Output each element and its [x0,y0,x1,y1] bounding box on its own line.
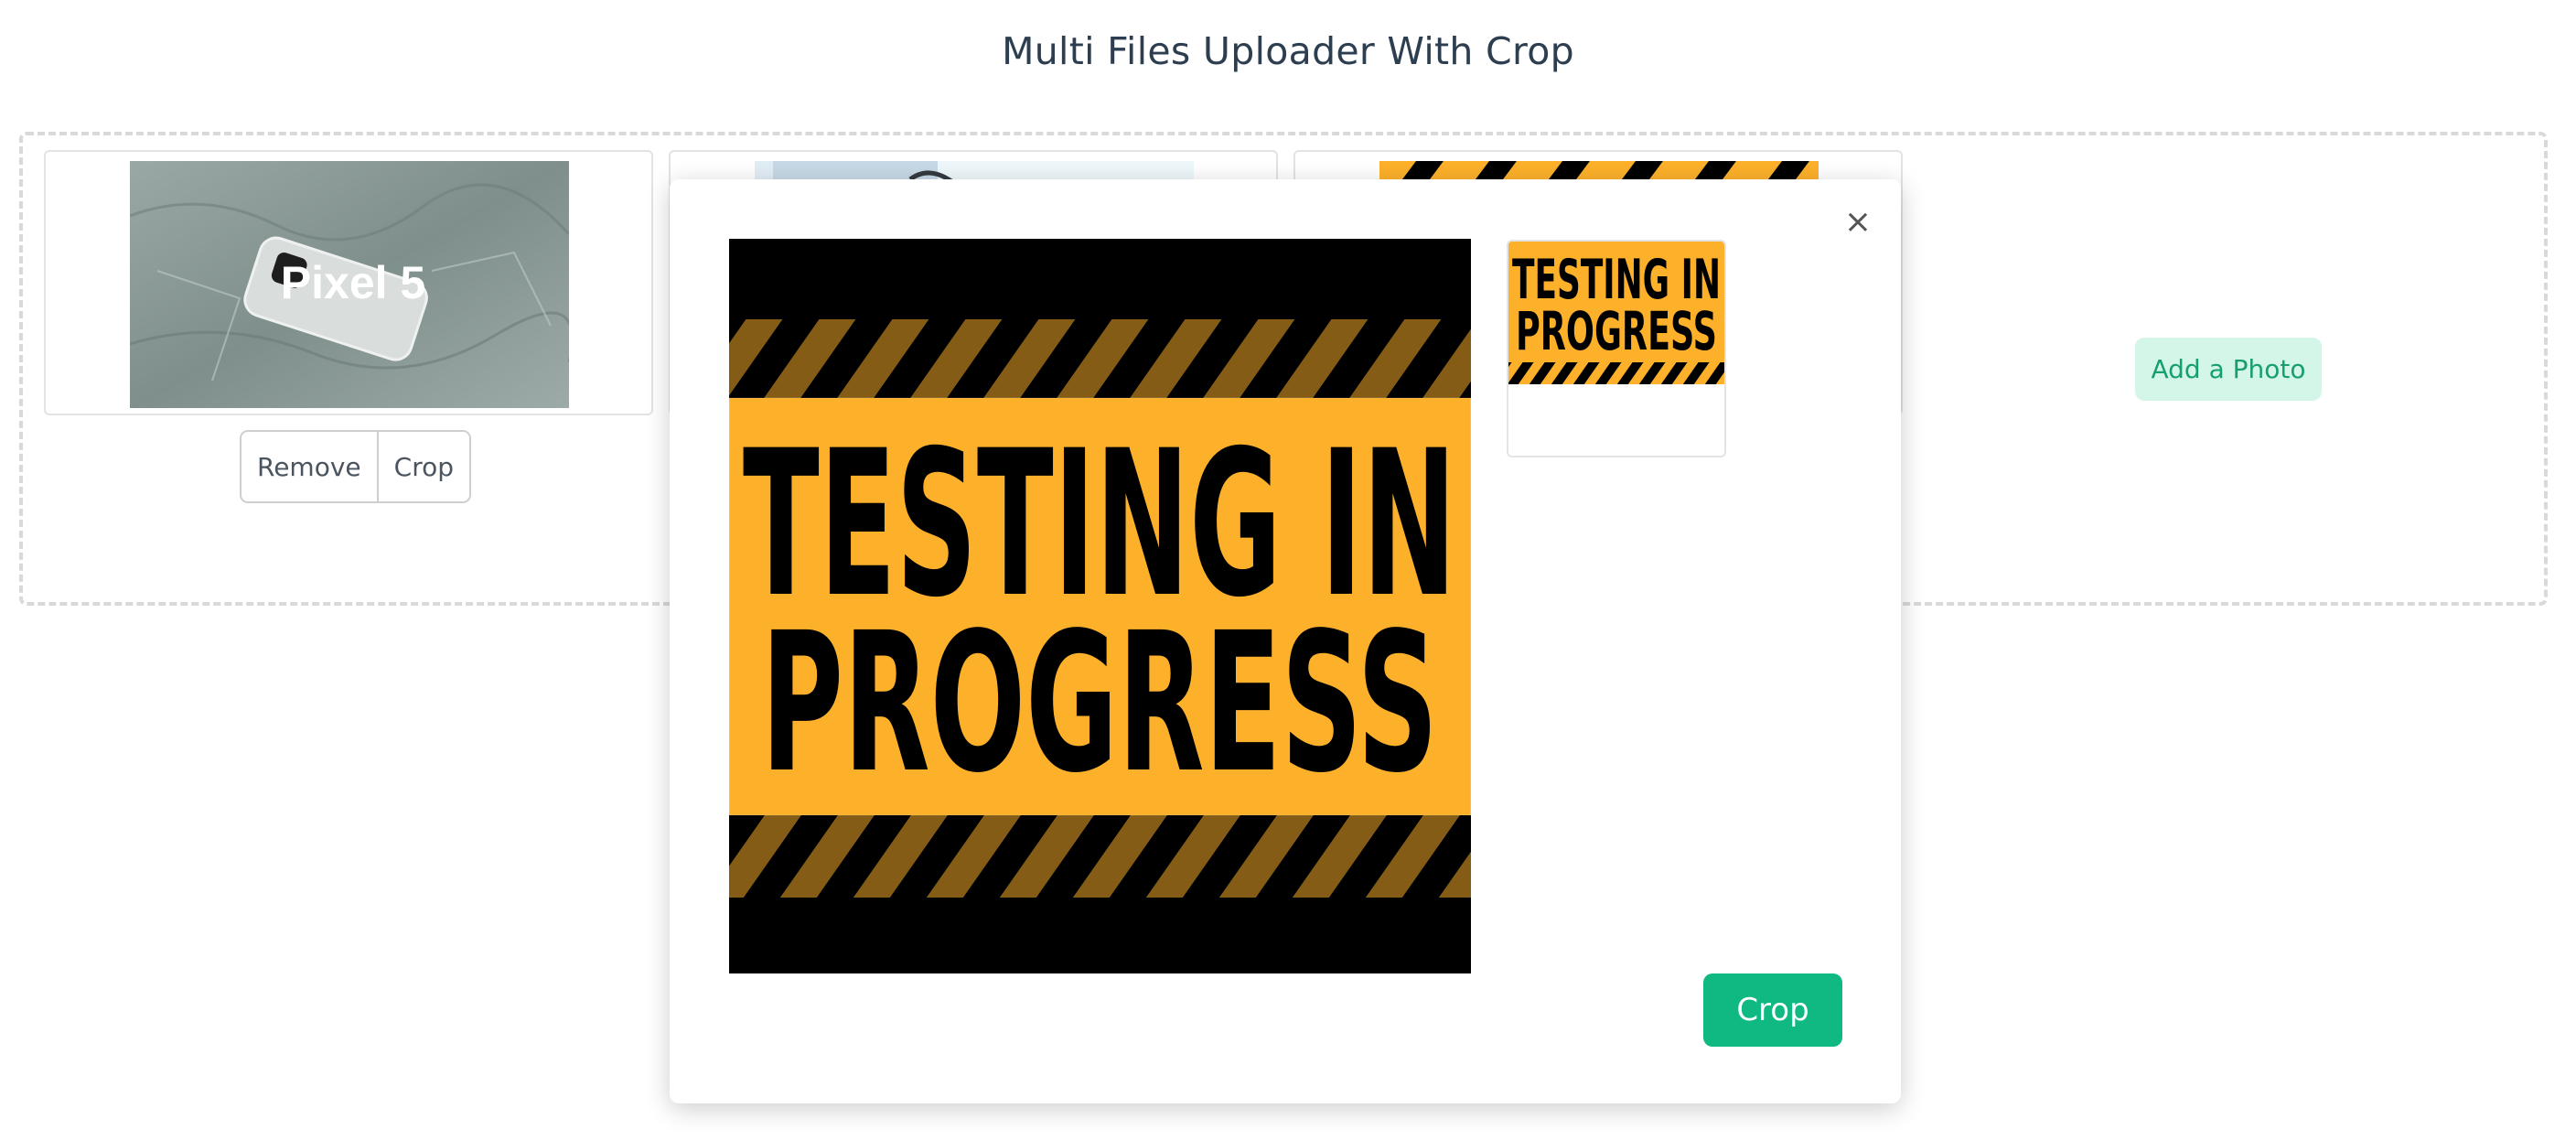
crop-modal: × TESTING IN PROGRESS TESTING IN PROGRES… [670,179,1901,1103]
preview-line-2: PROGRESS [1516,300,1717,362]
crop-image: TESTING IN PROGRESS [729,239,1471,973]
page-title: Multi Files Uploader With Crop [1002,29,1574,73]
crop-button[interactable]: Crop [1703,973,1842,1047]
add-photo-button[interactable]: Add a Photo [2135,338,2322,401]
close-icon[interactable]: × [1841,205,1875,240]
crop-photo-button[interactable]: Crop [376,432,469,501]
sign-line-2: PROGRESS [761,591,1438,815]
photo-actions: Remove Crop [240,430,471,503]
thumb-caption: Pixel 5 [281,257,425,308]
photo-card: Pixel 5 [44,150,653,415]
crop-canvas[interactable]: TESTING IN PROGRESS [729,239,1471,973]
crop-preview-image: TESTING IN PROGRESS [1508,242,1724,456]
remove-button[interactable]: Remove [242,432,377,501]
crop-preview: TESTING IN PROGRESS [1507,240,1726,457]
photo-thumbnail: Pixel 5 [130,161,569,408]
